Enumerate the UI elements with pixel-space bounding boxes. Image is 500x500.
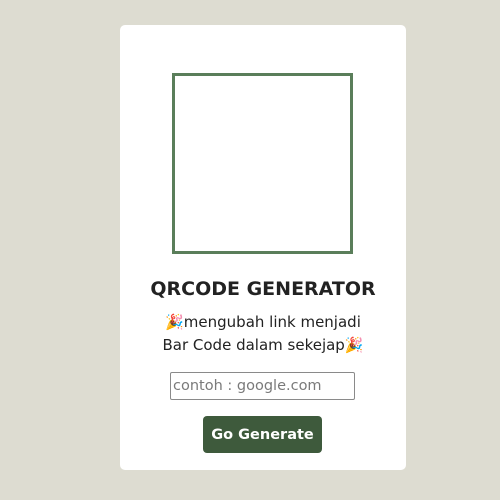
qr-generator-card: QRCODE GENERATOR 🎉mengubah link menjadi … [120, 25, 406, 470]
page-title: QRCODE GENERATOR [150, 278, 376, 300]
qr-code-display [172, 73, 353, 254]
page-subtitle: 🎉mengubah link menjadi Bar Code dalam se… [162, 313, 364, 354]
go-generate-button[interactable]: Go Generate [203, 416, 322, 453]
url-input[interactable] [170, 372, 355, 400]
